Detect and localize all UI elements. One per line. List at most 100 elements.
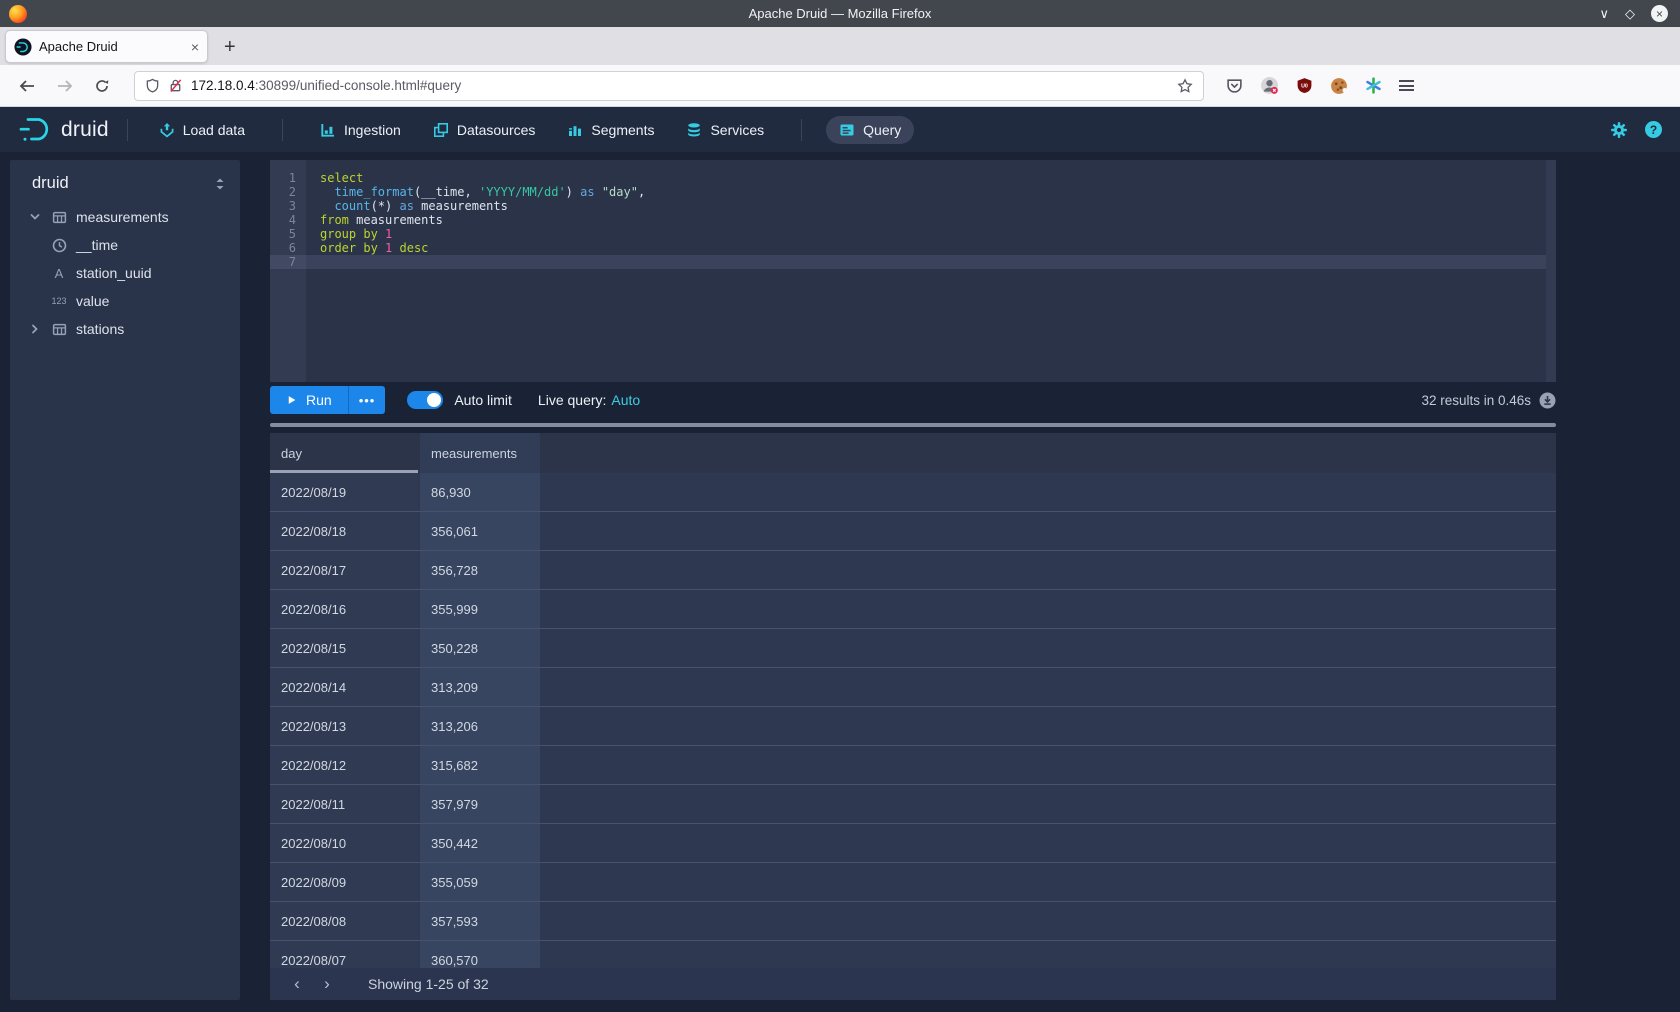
cell-measurements: 360,570 — [420, 941, 540, 968]
cell-measurements: 356,728 — [420, 551, 540, 589]
insecure-lock-icon[interactable] — [168, 78, 183, 93]
url-path: :30899/unified-console.html#query — [255, 78, 461, 93]
ublock-icon[interactable]: U0 — [1296, 77, 1313, 94]
pocket-icon[interactable] — [1226, 77, 1243, 94]
results-panel: day measurements 2022/08/1986,9302022/08… — [270, 415, 1556, 968]
tree-item---time[interactable]: __time — [10, 231, 240, 259]
tree-item-measurements[interactable]: measurements — [10, 203, 240, 231]
code-line[interactable]: from measurements — [306, 213, 1556, 227]
druid-logo[interactable]: druid — [18, 116, 109, 143]
line-number: 1 — [270, 171, 306, 185]
cookie-icon[interactable] — [1330, 77, 1348, 95]
run-button[interactable]: Run — [270, 386, 348, 414]
account-icon[interactable] — [1260, 76, 1279, 95]
column-header-day[interactable]: day — [270, 433, 418, 473]
sql-editor[interactable]: 1234567 select time_format(__time, 'YYYY… — [270, 160, 1556, 382]
cell-day: 2022/08/18 — [270, 512, 418, 550]
nav-label: Load data — [183, 122, 245, 138]
back-icon[interactable] — [18, 78, 36, 94]
schema-tree: measurements__timeAstation_uuid123values… — [10, 203, 240, 343]
number-icon: 123 — [49, 296, 69, 306]
code-line[interactable]: group by 1 — [306, 227, 1556, 241]
tracking-shield-icon[interactable] — [145, 78, 160, 93]
ingestion-icon — [320, 122, 336, 138]
forward-icon[interactable] — [56, 78, 74, 94]
tree-item-stations[interactable]: stations — [10, 315, 240, 343]
live-query-label: Live query:Auto — [538, 392, 640, 408]
window-maximize-icon[interactable]: ◇ — [1625, 6, 1635, 22]
svg-text:U0: U0 — [1301, 83, 1308, 89]
editor-scrollbar[interactable] — [1546, 160, 1556, 382]
code-line[interactable]: select — [306, 171, 1556, 185]
window-close-icon[interactable]: × — [1651, 5, 1668, 22]
segments-icon — [567, 122, 583, 138]
results-body: 2022/08/1986,9302022/08/18356,0612022/08… — [270, 473, 1556, 968]
cell-measurements: 313,206 — [420, 707, 540, 745]
query-main: 1234567 select time_format(__time, 'YYYY… — [270, 160, 1556, 1000]
url-text[interactable]: 172.18.0.4:30899/unified-console.html#qu… — [191, 78, 1169, 93]
cell-day: 2022/08/11 — [270, 785, 418, 823]
run-more-button[interactable]: ••• — [348, 386, 386, 414]
cell-measurements: 315,682 — [420, 746, 540, 784]
chevron-right-icon[interactable] — [29, 323, 41, 335]
cell-measurements: 357,593 — [420, 902, 540, 940]
nav-segments[interactable]: Segments — [554, 116, 667, 144]
schema-name: druid — [32, 174, 214, 193]
schema-sort-icon[interactable] — [214, 177, 226, 191]
code-line[interactable]: time_format(__time, 'YYYY/MM/dd') as "da… — [306, 185, 1556, 199]
results-hscrollbar[interactable] — [270, 423, 1556, 427]
live-query-value[interactable]: Auto — [611, 392, 640, 408]
tab-title: Apache Druid — [39, 39, 184, 54]
cell-measurements: 350,442 — [420, 824, 540, 862]
tree-item-label: measurements — [76, 209, 169, 225]
nav-query[interactable]: Query — [826, 116, 914, 144]
next-page-icon[interactable]: › — [312, 974, 342, 994]
nav-ingestion[interactable]: Ingestion — [307, 116, 414, 144]
table-row: 2022/08/1986,930 — [270, 473, 1556, 512]
line-number: 5 — [270, 227, 306, 241]
help-icon[interactable]: ? — [1645, 121, 1662, 138]
download-icon[interactable] — [1539, 392, 1556, 409]
druid-header: druid Load data Ingestion Datasources Segme… — [0, 107, 1680, 152]
cell-measurements: 357,979 — [420, 785, 540, 823]
window-minimize-icon[interactable]: ∨ — [1599, 6, 1609, 22]
nav-label: Segments — [591, 122, 654, 138]
druid-nav: Load data Ingestion Datasources Segments Ser… — [146, 116, 915, 144]
menu-icon[interactable] — [1399, 80, 1414, 91]
results-header: day measurements — [270, 433, 1556, 473]
cell-measurements: 350,228 — [420, 629, 540, 667]
bookmark-star-icon[interactable] — [1177, 78, 1193, 94]
editor-code[interactable]: select time_format(__time, 'YYYY/MM/dd')… — [306, 160, 1556, 382]
nav-load-data[interactable]: Load data — [146, 116, 258, 144]
cell-measurements: 313,209 — [420, 668, 540, 706]
code-line[interactable]: count(*) as measurements — [306, 199, 1556, 213]
auto-limit-toggle[interactable] — [407, 391, 443, 409]
cell-day: 2022/08/14 — [270, 668, 418, 706]
url-host: 172.18.0.4 — [191, 78, 255, 93]
table-row: 2022/08/13313,206 — [270, 707, 1556, 746]
tab-apache-druid[interactable]: Apache Druid × — [5, 30, 208, 63]
extension-asterisk-icon[interactable] — [1365, 77, 1382, 94]
chevron-down-icon[interactable] — [29, 211, 41, 223]
cell-day: 2022/08/07 — [270, 941, 418, 968]
new-tab-button[interactable]: + — [224, 36, 236, 59]
tab-close-icon[interactable]: × — [191, 39, 199, 55]
table-row: 2022/08/14313,209 — [270, 668, 1556, 707]
tree-item-station-uuid[interactable]: Astation_uuid — [10, 259, 240, 287]
reload-icon[interactable] — [94, 78, 110, 94]
nav-label: Ingestion — [344, 122, 401, 138]
settings-gear-icon[interactable] — [1610, 121, 1628, 139]
tree-item-value[interactable]: 123value — [10, 287, 240, 315]
cell-day: 2022/08/15 — [270, 629, 418, 667]
code-line[interactable] — [306, 255, 1556, 269]
column-header-measurements[interactable]: measurements — [420, 433, 540, 473]
cell-day: 2022/08/16 — [270, 590, 418, 628]
prev-page-icon[interactable]: ‹ — [282, 974, 312, 994]
tree-item-label: station_uuid — [76, 265, 152, 281]
nav-services[interactable]: Services — [673, 116, 777, 144]
url-bar[interactable]: 172.18.0.4:30899/unified-console.html#qu… — [134, 71, 1204, 101]
nav-datasources[interactable]: Datasources — [420, 116, 549, 144]
nav-label: Datasources — [457, 122, 536, 138]
code-line[interactable]: order by 1 desc — [306, 241, 1556, 255]
cell-measurements: 86,930 — [420, 473, 540, 511]
